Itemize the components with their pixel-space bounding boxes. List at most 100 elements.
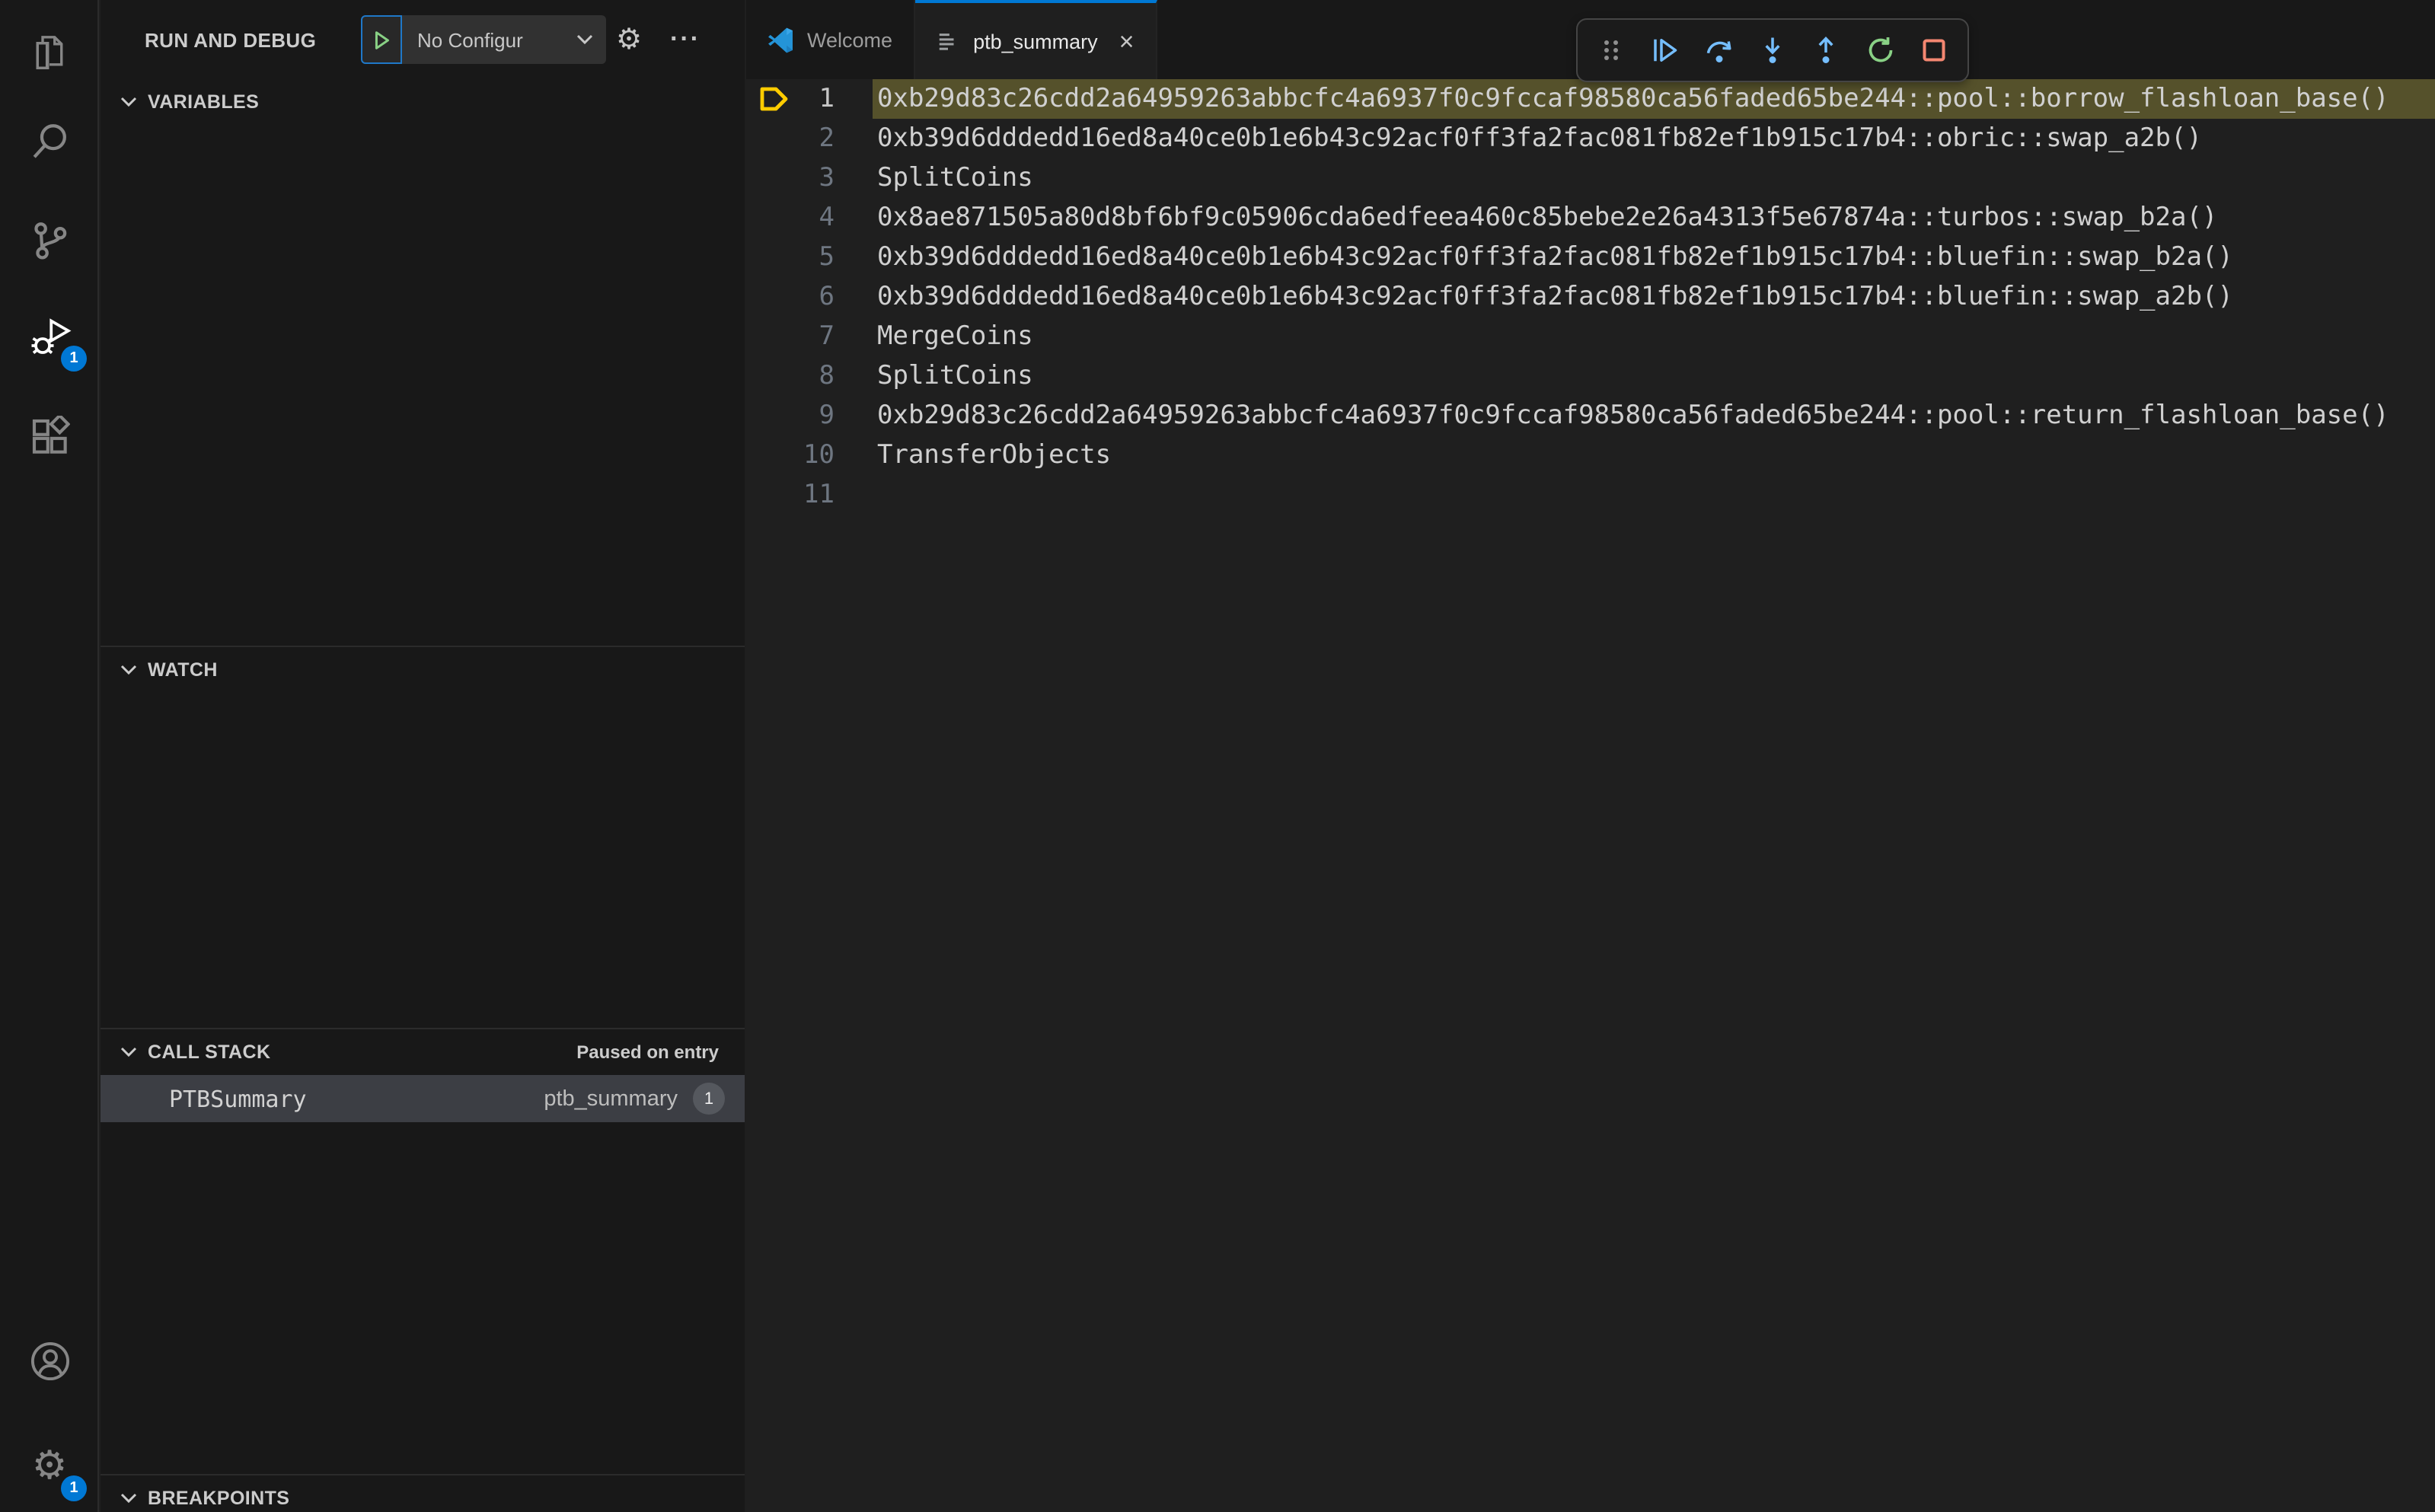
line-text[interactable]: 0xb29d83c26cdd2a64959263abbcfc4a6937f0c9…: [873, 79, 2435, 119]
gutter[interactable]: 1: [746, 79, 873, 119]
line-number[interactable]: 6: [819, 277, 835, 317]
code-editor[interactable]: 1 0xb29d83c26cdd2a64959263abbcfc4a6937f0…: [746, 79, 2435, 515]
line-number[interactable]: 7: [819, 317, 835, 356]
code-line[interactable]: 4 0x8ae871505a80d8bf6bf9c05906cda6edfeea…: [746, 198, 2435, 238]
code-line[interactable]: 10 TransferObjects: [746, 435, 2435, 475]
frame-meta: ptb_summary 1: [544, 1083, 725, 1115]
line-text[interactable]: TransferObjects: [873, 435, 2435, 475]
vscode-window: 1 ⚙ 1 RUN AND DEBUG No Configur ⚙ ··· VA…: [0, 0, 2435, 1512]
line-text[interactable]: MergeCoins: [873, 317, 2435, 356]
search-icon[interactable]: [0, 105, 99, 178]
explorer-icon[interactable]: [0, 15, 99, 88]
gutter[interactable]: 6: [746, 277, 873, 317]
tab-label: ptb_summary: [973, 30, 1098, 53]
toolbar-drag-gripper[interactable]: [1586, 26, 1635, 75]
activity-bar: 1 ⚙ 1: [0, 0, 99, 1512]
tab-welcome[interactable]: Welcome: [746, 0, 916, 79]
step-out-button[interactable]: [1802, 26, 1851, 75]
start-debug-button[interactable]: [361, 15, 402, 64]
code-line[interactable]: 8 SplitCoins: [746, 356, 2435, 396]
sidebar-title: RUN AND DEBUG: [145, 29, 317, 52]
config-dropdown-label: No Configur: [417, 28, 523, 51]
line-number[interactable]: 2: [819, 119, 835, 158]
restart-button[interactable]: [1856, 26, 1905, 75]
gutter[interactable]: 11: [746, 475, 873, 515]
line-text[interactable]: 0xb29d83c26cdd2a64959263abbcfc4a6937f0c9…: [873, 396, 2435, 435]
settings-gear-icon[interactable]: ⚙ 1: [0, 1428, 99, 1501]
call-stack-section-header[interactable]: CALL STACK Paused on entry: [101, 1028, 745, 1073]
gutter[interactable]: 8: [746, 356, 873, 396]
line-number[interactable]: 5: [819, 238, 835, 277]
debug-settings-gear-button[interactable]: ⚙: [609, 20, 649, 59]
continue-button[interactable]: [1640, 26, 1689, 75]
line-number[interactable]: 11: [803, 475, 835, 515]
code-line[interactable]: 9 0xb29d83c26cdd2a64959263abbcfc4a6937f0…: [746, 396, 2435, 435]
code-line[interactable]: 6 0xb39d6dddedd16ed8a40ce0b1e6b43c92acf0…: [746, 277, 2435, 317]
line-number[interactable]: 3: [819, 158, 835, 198]
stop-button[interactable]: [1910, 26, 1958, 75]
line-text[interactable]: 0x8ae871505a80d8bf6bf9c05906cda6edfeea46…: [873, 198, 2435, 238]
settings-badge: 1: [61, 1475, 87, 1501]
run-and-debug-sidebar: RUN AND DEBUG No Configur ⚙ ··· VARIABLE…: [101, 0, 745, 1512]
list-file-icon: [939, 33, 954, 49]
accounts-icon[interactable]: [0, 1325, 99, 1398]
close-icon[interactable]: ×: [1119, 28, 1135, 54]
frame-line-badge: 1: [693, 1083, 725, 1115]
step-into-button[interactable]: [1748, 26, 1797, 75]
gutter[interactable]: 2: [746, 119, 873, 158]
tab-label: Welcome: [807, 28, 893, 51]
chevron-down-icon: [120, 96, 137, 108]
code-line[interactable]: 7 MergeCoins: [746, 317, 2435, 356]
stop-icon: [1923, 39, 1945, 62]
debug-count-badge: 1: [61, 346, 87, 372]
git-branch-icon: [34, 222, 66, 260]
editor-group: Welcome ptb_summary × 1 0xb29d83c26cdd2a…: [746, 0, 2435, 1512]
variables-section-header[interactable]: VARIABLES: [101, 79, 745, 125]
source-control-icon[interactable]: [0, 204, 99, 277]
call-stack-frame-row[interactable]: PTBSummary ptb_summary 1: [101, 1075, 745, 1122]
gutter[interactable]: 4: [746, 198, 873, 238]
chevron-down-icon: [120, 663, 137, 675]
gutter[interactable]: 3: [746, 158, 873, 198]
code-line[interactable]: 1 0xb29d83c26cdd2a64959263abbcfc4a6937f0…: [746, 79, 2435, 119]
code-line[interactable]: 3 SplitCoins: [746, 158, 2435, 198]
gutter[interactable]: 7: [746, 317, 873, 356]
line-number[interactable]: 9: [819, 396, 835, 435]
gutter[interactable]: 5: [746, 238, 873, 277]
gutter[interactable]: 9: [746, 396, 873, 435]
line-text[interactable]: [873, 475, 2435, 515]
restart-icon: [1869, 37, 1893, 62]
tab-ptb-summary[interactable]: ptb_summary ×: [915, 0, 1157, 79]
continue-icon: [1654, 39, 1677, 62]
watch-section-label: WATCH: [148, 659, 218, 680]
run-and-debug-icon[interactable]: 1: [0, 301, 99, 375]
line-text[interactable]: 0xb39d6dddedd16ed8a40ce0b1e6b43c92acf0ff…: [873, 277, 2435, 317]
person-circle-icon: [30, 1341, 69, 1381]
watch-section-header[interactable]: WATCH: [101, 646, 745, 691]
debug-config-dropdown[interactable]: No Configur: [402, 15, 606, 64]
variables-section-label: VARIABLES: [148, 91, 260, 113]
breakpoints-section-header[interactable]: BREAKPOINTS: [101, 1474, 745, 1512]
play-icon: [375, 30, 389, 49]
files-icon: [36, 35, 63, 69]
code-line[interactable]: 11: [746, 475, 2435, 515]
views-more-actions-button[interactable]: ···: [665, 20, 705, 59]
line-text[interactable]: 0xb39d6dddedd16ed8a40ce0b1e6b43c92acf0ff…: [873, 119, 2435, 158]
line-text[interactable]: 0xb39d6dddedd16ed8a40ce0b1e6b43c92acf0ff…: [873, 238, 2435, 277]
extensions-squares-icon: [32, 415, 70, 453]
gutter[interactable]: 10: [746, 435, 873, 475]
line-text[interactable]: SplitCoins: [873, 158, 2435, 198]
line-number[interactable]: 10: [803, 435, 835, 475]
step-out-icon: [1819, 36, 1834, 63]
magnifier-icon: [32, 124, 65, 158]
line-number[interactable]: 1: [819, 79, 835, 119]
gear-glyph: ⚙: [615, 24, 643, 56]
code-line[interactable]: 5 0xb39d6dddedd16ed8a40ce0b1e6b43c92acf0…: [746, 238, 2435, 277]
line-number[interactable]: 4: [819, 198, 835, 238]
line-number[interactable]: 8: [819, 356, 835, 396]
chevron-down-icon: [120, 1045, 137, 1057]
extensions-icon[interactable]: [0, 399, 99, 472]
step-over-button[interactable]: [1694, 26, 1743, 75]
code-line[interactable]: 2 0xb39d6dddedd16ed8a40ce0b1e6b43c92acf0…: [746, 119, 2435, 158]
line-text[interactable]: SplitCoins: [873, 356, 2435, 396]
